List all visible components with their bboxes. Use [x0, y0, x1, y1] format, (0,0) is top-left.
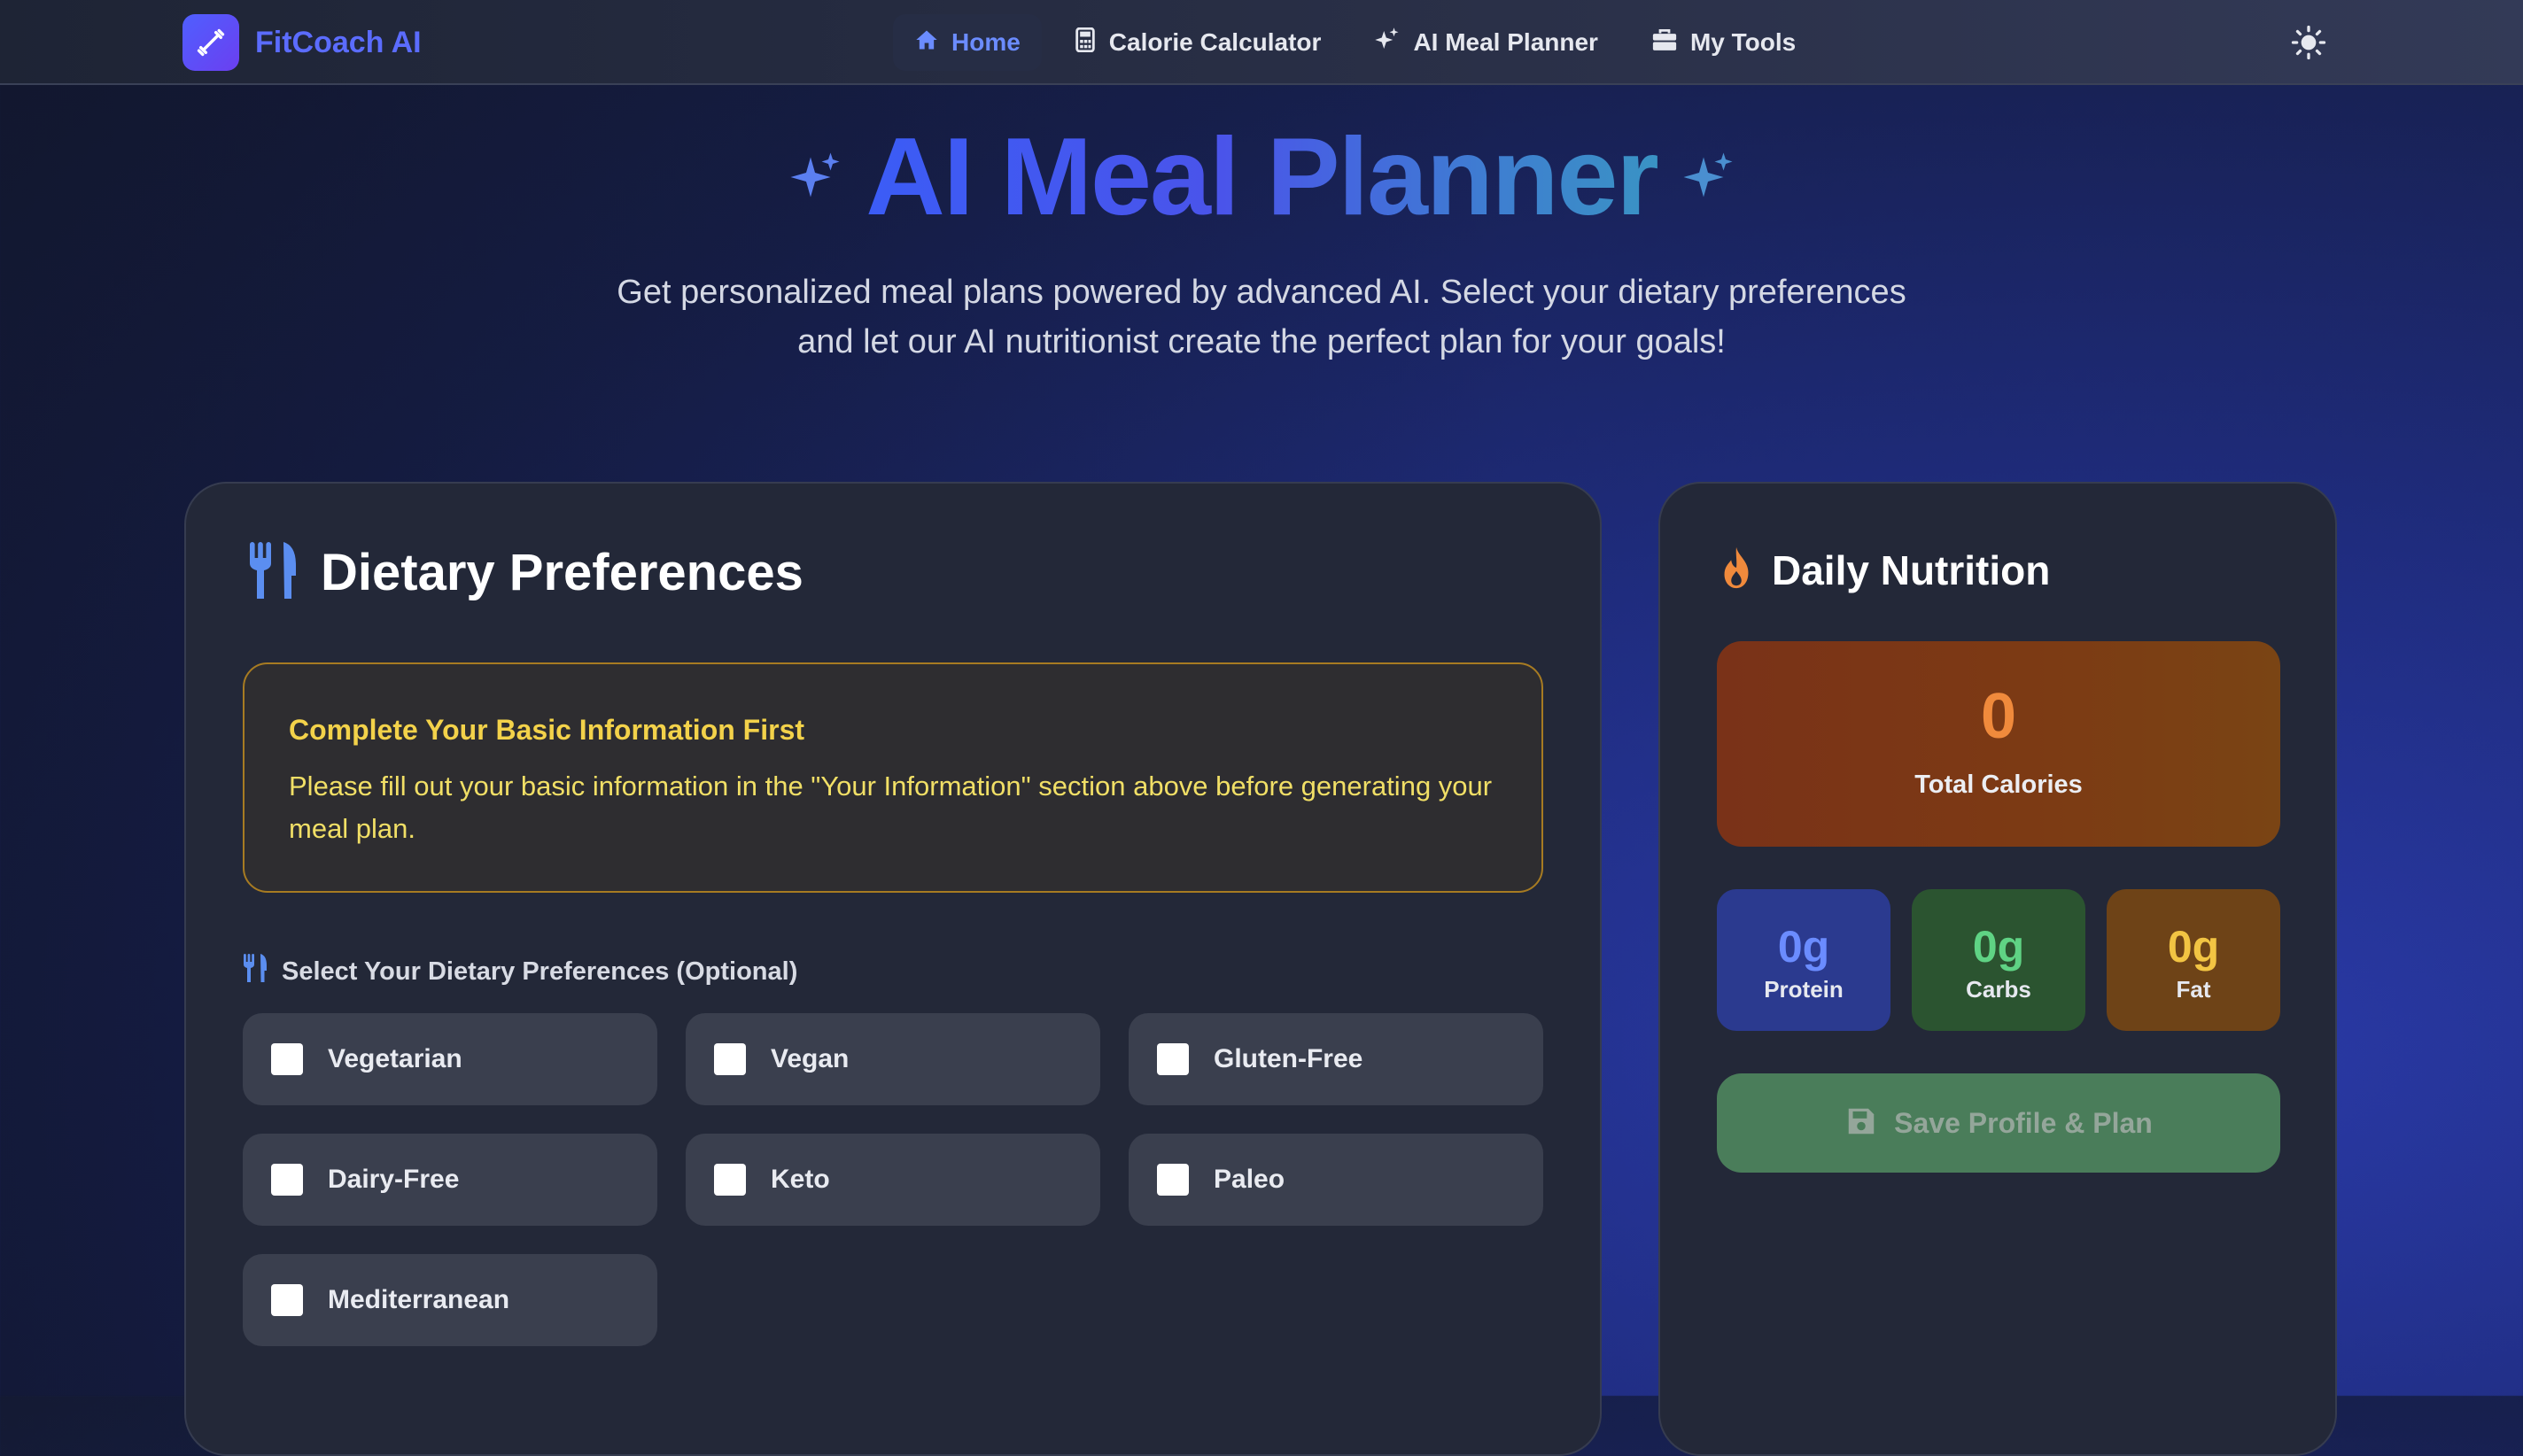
page-subtitle: Get personalized meal plans powered by a…: [496, 267, 2027, 367]
protein-value: 0g: [1777, 922, 1830, 972]
option-keto[interactable]: Keto: [686, 1134, 1100, 1226]
fire-icon: [1719, 546, 1754, 594]
brand-name: FitCoach AI: [255, 25, 422, 59]
checkbox[interactable]: [271, 1164, 303, 1196]
utensils-icon: [243, 953, 282, 990]
option-label: Vegetarian: [328, 1044, 462, 1073]
protein-label: Protein: [1764, 976, 1844, 1003]
nav-item-calorie-calculator[interactable]: Calorie Calculator: [1052, 14, 1343, 71]
option-label: Keto: [771, 1165, 830, 1194]
nav-item-label: AI Meal Planner: [1413, 28, 1598, 56]
sun-icon: [2291, 25, 2326, 64]
option-label: Vegan: [771, 1044, 850, 1073]
checkbox[interactable]: [271, 1043, 303, 1075]
nav-item-label: Calorie Calculator: [1108, 28, 1322, 56]
checkbox[interactable]: [714, 1164, 746, 1196]
total-calories-value: 0: [1980, 681, 2017, 752]
nav-item-label: Home: [951, 28, 1021, 56]
checkbox[interactable]: [271, 1284, 303, 1316]
card-title: Daily Nutrition: [1772, 546, 2051, 593]
option-vegetarian[interactable]: Vegetarian: [243, 1013, 657, 1105]
fat-value: 0g: [2167, 922, 2220, 972]
checkbox[interactable]: [1157, 1164, 1189, 1196]
carbs-label: Carbs: [1966, 976, 2031, 1003]
option-paleo[interactable]: Paleo: [1129, 1134, 1543, 1226]
preferences-label-text: Select Your Dietary Preferences (Optiona…: [282, 956, 798, 986]
home-icon: [914, 27, 951, 58]
fat-box: 0g Fat: [2107, 889, 2280, 1031]
sparkles-icon: [1681, 151, 1735, 208]
card-heading: Daily Nutrition: [1719, 546, 2050, 594]
dumbbell-icon: [182, 14, 239, 71]
sparkles-icon: [1374, 27, 1413, 59]
nav-item-label: My Tools: [1689, 28, 1797, 56]
option-label: Gluten-Free: [1214, 1044, 1363, 1073]
fat-label: Fat: [2176, 976, 2211, 1003]
info-alert: Complete Your Basic Information First Pl…: [243, 662, 1543, 893]
option-label: Mediterranean: [328, 1285, 510, 1314]
subtitle-line: and let our AI nutritionist create the p…: [797, 323, 1726, 360]
preferences-label: Select Your Dietary Preferences (Optiona…: [243, 953, 797, 990]
toolbox-icon: [1651, 27, 1690, 58]
option-vegan[interactable]: Vegan: [686, 1013, 1100, 1105]
calculator-icon: [1074, 27, 1109, 58]
main-nav: Home Calorie Calculator AI Meal Planner …: [893, 12, 1828, 73]
subtitle-line: Get personalized meal plans powered by a…: [617, 274, 1906, 311]
top-navbar: FitCoach AI Home Calorie Calculator AI M…: [0, 0, 2523, 85]
alert-title: Complete Your Basic Information First: [289, 714, 805, 746]
nav-item-my-tools[interactable]: My Tools: [1630, 14, 1817, 71]
page-title: AI Meal Planner: [866, 116, 1658, 238]
total-calories-label: Total Calories: [1914, 771, 2083, 799]
nav-item-ai-meal-planner[interactable]: AI Meal Planner: [1353, 14, 1619, 71]
nav-item-home[interactable]: Home: [893, 14, 1042, 71]
option-mediterranean[interactable]: Mediterranean: [243, 1254, 657, 1346]
save-button-label: Save Profile & Plan: [1894, 1106, 2153, 1139]
option-label: Paleo: [1214, 1165, 1285, 1194]
carbs-box: 0g Carbs: [1912, 889, 2085, 1031]
protein-box: 0g Protein: [1717, 889, 1890, 1031]
card-title: Dietary Preferences: [321, 544, 803, 601]
save-profile-button[interactable]: Save Profile & Plan: [1717, 1073, 2280, 1173]
theme-toggle-button[interactable]: [2291, 25, 2326, 60]
option-gluten-free[interactable]: Gluten-Free: [1129, 1013, 1543, 1105]
brand[interactable]: FitCoach AI: [182, 14, 422, 71]
carbs-value: 0g: [1972, 922, 2025, 972]
total-calories-box: 0 Total Calories: [1717, 641, 2280, 847]
utensils-icon: [248, 540, 298, 605]
save-icon: [1844, 1104, 1878, 1142]
option-label: Dairy-Free: [328, 1165, 460, 1194]
alert-message: Please fill out your basic information i…: [289, 771, 1493, 844]
card-heading: Dietary Preferences: [248, 540, 803, 605]
checkbox[interactable]: [1157, 1043, 1189, 1075]
option-dairy-free[interactable]: Dairy-Free: [243, 1134, 657, 1226]
checkbox[interactable]: [714, 1043, 746, 1075]
dietary-preferences-card: Dietary Preferences Complete Your Basic …: [184, 482, 1602, 1456]
daily-nutrition-card: Daily Nutrition 0 Total Calories 0g Prot…: [1658, 482, 2337, 1456]
